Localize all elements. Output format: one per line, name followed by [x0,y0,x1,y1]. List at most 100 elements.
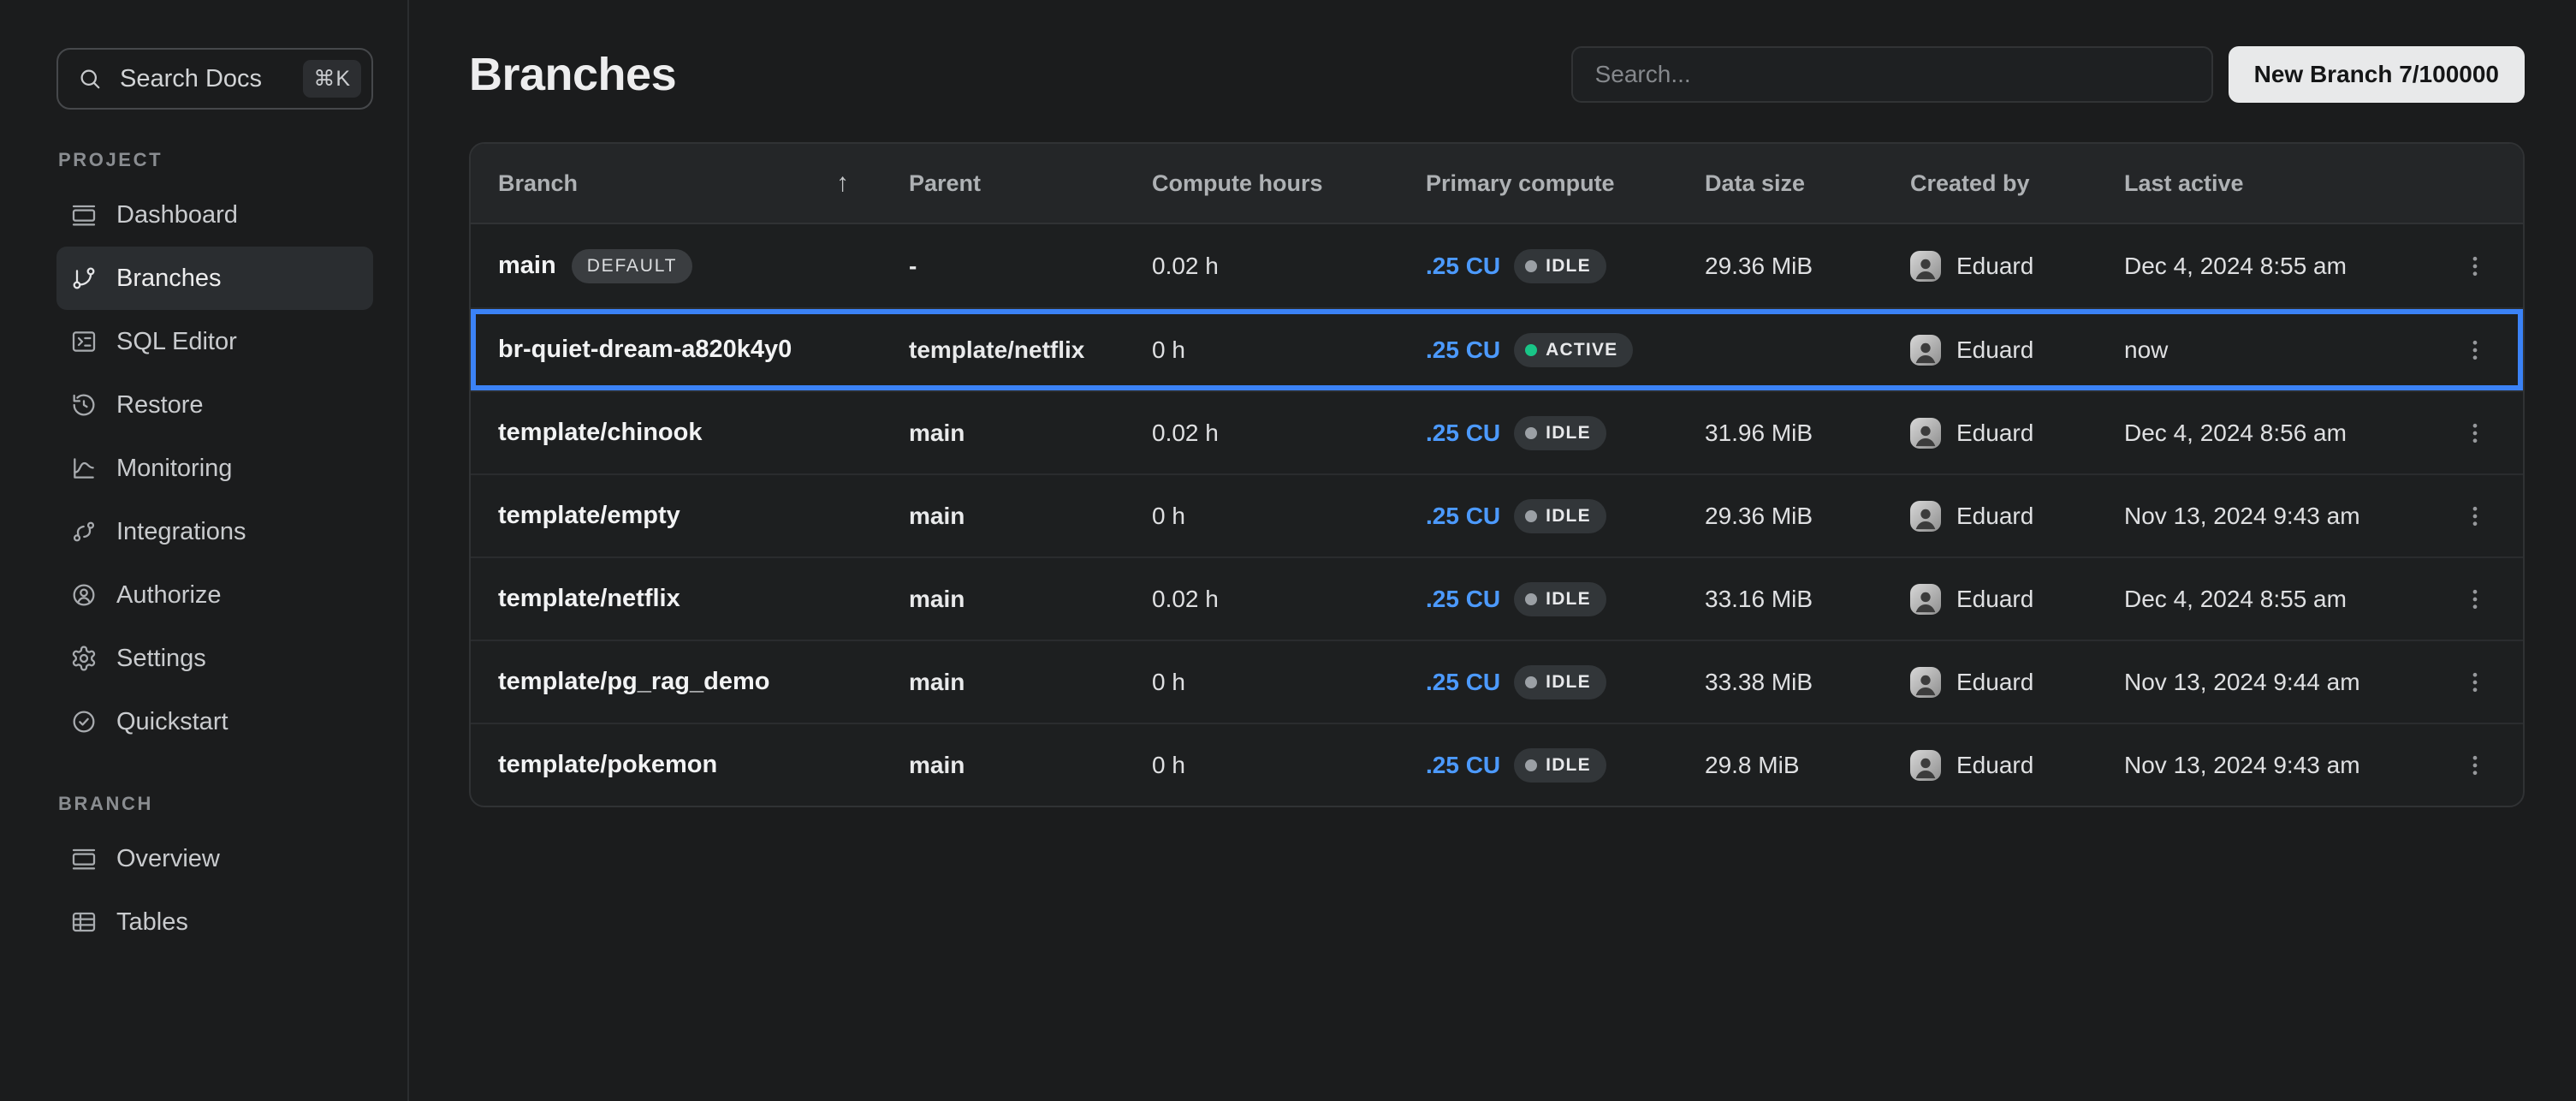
sidebar-item-label: SQL Editor [116,328,237,356]
status-badge: IDLE [1514,665,1606,699]
search-icon [77,66,103,92]
avatar [1910,750,1941,781]
shortcut-badge: ⌘K [303,60,361,98]
default-badge: DEFAULT [572,249,693,283]
sidebar-item-sql-editor[interactable]: SQL Editor [56,310,373,373]
sidebar-item-label: Overview [116,845,220,873]
status-dot-icon [1525,593,1537,605]
table-icon [70,908,98,936]
sidebar-item-overview[interactable]: Overview [56,827,373,890]
sidebar-item-label: Tables [116,908,188,937]
avatar [1910,667,1941,698]
last-active-cell: Nov 13, 2024 9:44 am [2124,669,2448,696]
sidebar-item-branches[interactable]: Branches [56,247,373,310]
chart-icon [70,455,98,482]
sidebar-item-quickstart[interactable]: Quickstart [56,690,373,753]
compute-hours-cell: 0 h [1152,752,1426,779]
branch-cell: template/netflix [498,585,909,613]
created-by-cell: Eduard [1910,418,2124,449]
column-header-primary-compute[interactable]: Primary compute [1426,170,1705,197]
compute-hours-cell: 0 h [1152,669,1426,696]
row-menu-button[interactable] [2448,558,2502,640]
sidebar: Search Docs ⌘K PROJECT Dashboard Branche… [0,0,409,1101]
status-label: IDLE [1546,672,1591,693]
column-header-parent[interactable]: Parent [909,170,1152,197]
status-dot-icon [1525,260,1537,272]
column-header-compute-hours[interactable]: Compute hours [1152,170,1426,197]
table-row[interactable]: template/chinook main 0.02 h .25 CU IDLE… [471,390,2523,473]
branch-cell: template/pg_rag_demo [498,668,909,696]
row-menu-button[interactable] [2448,475,2502,556]
branch-name: template/chinook [498,419,703,447]
branch-search-input[interactable] [1571,46,2213,103]
compute-hours-cell: 0.02 h [1152,253,1426,280]
search-docs-label: Search Docs [120,65,262,93]
main-content: Branches New Branch 7/100000 Branch ↑ Pa… [409,0,2576,1101]
branch-cell: template/empty [498,502,909,530]
row-menu-button[interactable] [2448,641,2502,723]
status-label: IDLE [1546,755,1591,776]
gear-icon [70,645,98,672]
kebab-icon [2462,753,2488,778]
created-by-name: Eduard [1956,420,2033,447]
sidebar-item-label: Integrations [116,518,246,546]
primary-compute-cell: .25 CU ACTIVE [1426,333,1705,367]
new-branch-button[interactable]: New Branch 7/100000 [2229,46,2525,103]
table-body: main DEFAULT - 0.02 h .25 CU IDLE 29.36 … [471,224,2523,806]
search-docs-button[interactable]: Search Docs ⌘K [56,48,373,110]
sidebar-item-label: Settings [116,645,206,673]
sidebar-item-label: Branches [116,265,222,293]
sidebar-item-tables[interactable]: Tables [56,890,373,954]
compute-units: .25 CU [1426,752,1500,779]
column-header-created-by[interactable]: Created by [1910,170,2124,197]
branch-name: main [498,252,556,280]
sidebar-item-authorize[interactable]: Authorize [56,563,373,627]
sidebar-item-label: Restore [116,391,204,420]
section-label-project: PROJECT [58,149,373,171]
table-row[interactable]: template/pg_rag_demo main 0 h .25 CU IDL… [471,640,2523,723]
table-row[interactable]: template/pokemon main 0 h .25 CU IDLE 29… [471,723,2523,806]
sidebar-item-label: Authorize [116,581,222,610]
table-row[interactable]: template/empty main 0 h .25 CU IDLE 29.3… [471,473,2523,556]
status-badge: IDLE [1514,748,1606,783]
last-active-cell: Dec 4, 2024 8:56 am [2124,420,2448,447]
row-menu-button[interactable] [2448,392,2502,473]
created-by-name: Eduard [1956,503,2033,530]
branch-cell: br-quiet-dream-a820k4y0 [498,336,909,364]
row-menu-button[interactable] [2448,224,2502,307]
table-row[interactable]: main DEFAULT - 0.02 h .25 CU IDLE 29.36 … [471,224,2523,307]
row-menu-button[interactable] [2448,724,2502,806]
primary-compute-cell: .25 CU IDLE [1426,582,1705,616]
last-active-cell: Nov 13, 2024 9:43 am [2124,503,2448,530]
status-dot-icon [1525,427,1537,439]
branch-name: br-quiet-dream-a820k4y0 [498,336,792,364]
compute-units: .25 CU [1426,503,1500,530]
created-by-name: Eduard [1956,669,2033,696]
column-header-branch[interactable]: Branch ↑ [498,169,909,198]
branch-name: template/pg_rag_demo [498,668,769,696]
parent-cell: main [909,752,1152,779]
status-badge: ACTIVE [1514,333,1633,367]
column-header-last-active[interactable]: Last active [2124,170,2448,197]
status-label: ACTIVE [1546,340,1617,360]
kebab-icon [2462,337,2488,363]
sidebar-item-monitoring[interactable]: Monitoring [56,437,373,500]
sidebar-item-integrations[interactable]: Integrations [56,500,373,563]
primary-compute-cell: .25 CU IDLE [1426,748,1705,783]
sidebar-item-dashboard[interactable]: Dashboard [56,183,373,247]
table-row[interactable]: template/netflix main 0.02 h .25 CU IDLE… [471,556,2523,640]
sidebar-item-settings[interactable]: Settings [56,627,373,690]
column-header-data-size[interactable]: Data size [1705,170,1910,197]
branch-name: template/netflix [498,585,680,613]
terminal-icon [70,328,98,355]
row-menu-button[interactable] [2448,309,2502,390]
branch-nav: Overview Tables [56,827,373,954]
table-row[interactable]: br-quiet-dream-a820k4y0 template/netflix… [471,307,2523,390]
branch-name: template/pokemon [498,751,717,779]
branch-cell: main DEFAULT [498,249,909,283]
sort-asc-icon[interactable]: ↑ [836,169,849,198]
git-branch-icon [70,265,98,292]
status-label: IDLE [1546,256,1591,277]
sidebar-item-restore[interactable]: Restore [56,373,373,437]
created-by-cell: Eduard [1910,335,2124,366]
